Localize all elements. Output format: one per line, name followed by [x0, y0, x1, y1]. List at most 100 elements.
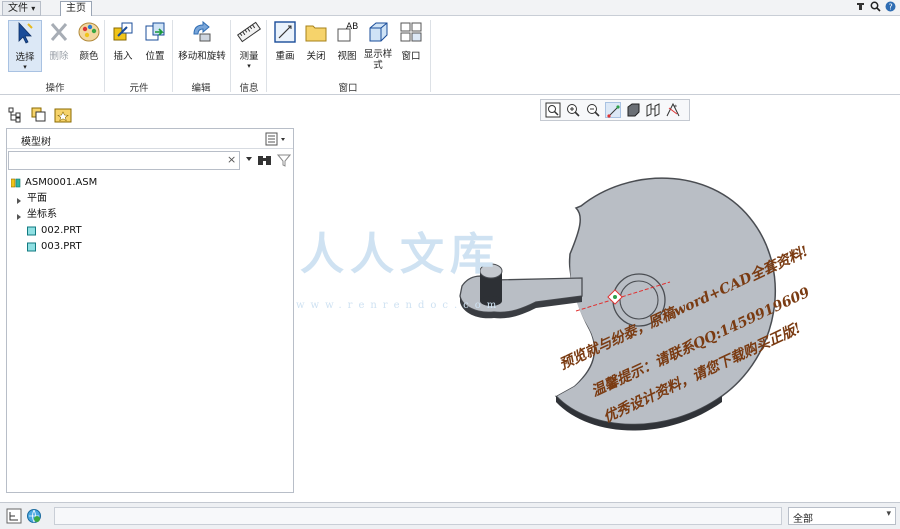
divider: [230, 20, 231, 92]
divider: [172, 20, 173, 92]
redraw-label: 重画: [275, 51, 295, 62]
disk-part: [554, 177, 777, 426]
model-tree-panel: 模型树 × ASM0001.ASM 平面 坐标系 002.PRT 003.PRT: [6, 128, 294, 493]
chevron-down-icon: ▾: [886, 509, 891, 519]
color-label: 颜色: [79, 51, 99, 62]
tree-item-assembly[interactable]: ASM0001.ASM: [7, 175, 293, 191]
status-icons: [6, 508, 42, 527]
window-button[interactable]: 窗口: [396, 20, 426, 62]
close-label: 关闭: [306, 51, 326, 62]
chevron-down-icon: ▾: [247, 62, 251, 70]
chevron-down-icon: ▾: [31, 4, 36, 13]
tree-item-label: 平面: [27, 193, 47, 204]
insert-component-icon: [111, 20, 135, 44]
assembly-icon: [10, 178, 21, 188]
message-area: [54, 507, 782, 525]
group-label-info: 信息: [239, 83, 259, 94]
status-bar: 全部 ▾: [0, 502, 900, 529]
group-label-window: 窗口: [338, 83, 358, 94]
model-tree: ASM0001.ASM 平面 坐标系 002.PRT 003.PRT: [7, 175, 293, 255]
chevron-down-icon: ▾: [23, 63, 27, 71]
position-label: 位置: [145, 51, 165, 62]
panel-title: 模型树: [21, 137, 51, 148]
move-rotate-label: 移动和旋转: [178, 51, 226, 62]
delete-button[interactable]: 删除: [44, 20, 74, 62]
part-icon: [27, 242, 37, 252]
tree-item-label: 003.PRT: [41, 241, 82, 252]
ribbon: 选择 ▾ 删除 颜色 插入 位置 移动和旋转 测量 ▾ 重画 关闭 AB 视图 …: [0, 16, 900, 95]
clear-icon[interactable]: ×: [227, 153, 236, 166]
window-label: 窗口: [401, 51, 421, 62]
close-folder-icon: [304, 20, 328, 44]
divider: [266, 20, 267, 92]
model-viewport: [459, 177, 777, 431]
browser-toggle-icon[interactable]: [26, 508, 42, 527]
top-right-tools: ?: [855, 1, 896, 12]
svg-text:?: ?: [889, 3, 893, 12]
measure-label: 测量: [239, 51, 259, 62]
display-style-button[interactable]: 显示样 式: [363, 20, 393, 71]
tree-item-label: ASM0001.ASM: [25, 177, 98, 188]
position-button[interactable]: 位置: [140, 20, 170, 62]
tree-item-csys[interactable]: 坐标系: [7, 207, 293, 223]
close-button[interactable]: 关闭: [301, 20, 331, 62]
window-icon: [399, 20, 423, 44]
search-input[interactable]: [8, 151, 240, 170]
measure-button[interactable]: 测量 ▾: [234, 20, 264, 70]
insert-label: 插入: [113, 51, 133, 62]
find-icon[interactable]: [257, 153, 273, 170]
model-tree-tab-icon[interactable]: [6, 106, 24, 124]
tree-item-part[interactable]: 003.PRT: [7, 239, 293, 255]
pin-top: [479, 263, 503, 279]
part-icon: [27, 226, 37, 236]
arrow-cursor-icon: [13, 21, 37, 45]
move-rotate-button[interactable]: 移动和旋转: [176, 20, 228, 62]
select-label: 选择: [15, 52, 35, 63]
view-button[interactable]: AB 视图: [332, 20, 362, 62]
redraw-icon: [273, 20, 297, 44]
view-ab-icon: AB: [335, 20, 359, 44]
tree-item-part[interactable]: 002.PRT: [7, 223, 293, 239]
graphics-window[interactable]: *: [298, 96, 900, 500]
panel-tabs: [4, 104, 94, 126]
tree-item-label: 坐标系: [27, 209, 57, 220]
navigator-toggle-icon[interactable]: [6, 508, 22, 527]
search-row: ×: [7, 150, 293, 172]
delete-label: 删除: [49, 51, 69, 62]
help-icon[interactable]: ?: [885, 1, 896, 12]
chevron-right-icon[interactable]: [15, 195, 23, 204]
insert-button[interactable]: 插入: [108, 20, 138, 62]
palette-icon: [77, 20, 101, 44]
color-button[interactable]: 颜色: [74, 20, 104, 62]
svg-text:AB: AB: [346, 22, 358, 32]
divider: [104, 20, 105, 92]
selection-filter-select[interactable]: 全部 ▾: [788, 507, 896, 525]
view-label: 视图: [337, 51, 357, 62]
filter-value: 全部: [793, 514, 813, 525]
tree-item-planes[interactable]: 平面: [7, 191, 293, 207]
chevron-right-icon[interactable]: [15, 211, 23, 220]
x-delete-icon: [47, 20, 71, 44]
select-button[interactable]: 选择 ▾: [8, 20, 42, 72]
tab-file-label: 文件: [8, 3, 28, 14]
search-icon[interactable]: [870, 1, 881, 12]
group-label-edit: 编辑: [191, 83, 211, 94]
chevron-down-icon[interactable]: [245, 155, 253, 166]
tab-home[interactable]: 主页: [60, 1, 92, 16]
panel-header: 模型树: [7, 129, 293, 149]
cube-display-icon: [366, 20, 390, 44]
tree-item-label: 002.PRT: [41, 225, 82, 236]
pin-icon[interactable]: [855, 1, 866, 12]
menu-bar: 文件 ▾ 主页 ?: [0, 0, 900, 16]
favorites-tab-icon[interactable]: [54, 106, 72, 124]
redraw-button[interactable]: 重画: [270, 20, 300, 62]
filter-icon[interactable]: [276, 153, 292, 170]
tab-file[interactable]: 文件 ▾: [2, 1, 42, 16]
ruler-icon: [236, 20, 262, 44]
move-rotate-icon: [190, 20, 214, 44]
tree-settings-icon[interactable]: [265, 132, 287, 149]
position-icon: [143, 20, 167, 44]
group-label-operations: 操作: [45, 83, 65, 94]
layers-tab-icon[interactable]: [30, 106, 48, 124]
group-label-components: 元件: [129, 83, 149, 94]
